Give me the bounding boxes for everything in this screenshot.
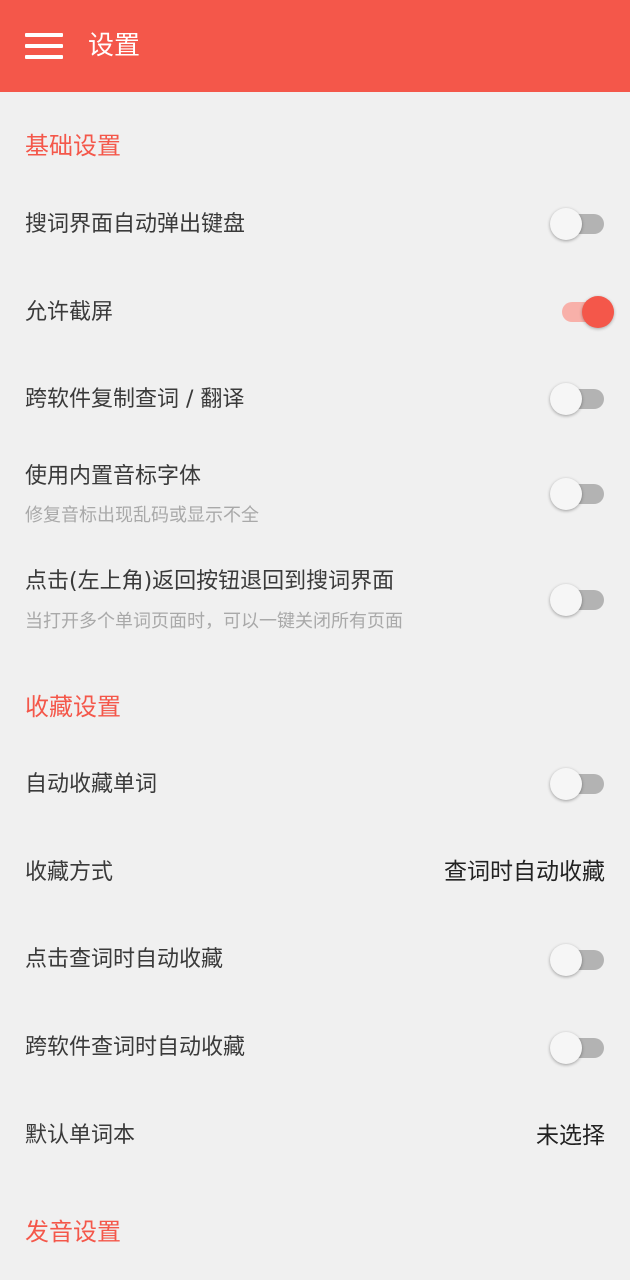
toggle-switch[interactable] (550, 381, 616, 417)
setting-title: 点击查词时自动收藏 (25, 947, 224, 972)
setting-title: 自动收藏单词 (25, 772, 158, 797)
setting-title: 使用内置音标字体 (25, 464, 202, 489)
setting-title: 搜词界面自动弹出键盘 (25, 212, 246, 237)
setting-value: 未选择 (536, 1123, 605, 1149)
toggle-switch[interactable] (550, 582, 616, 618)
setting-subtitle: 当打开多个单词页面时，可以一键关闭所有页面 (25, 611, 403, 632)
setting-value: 查词时自动收藏 (444, 859, 605, 885)
section-header-audio: 发音设置 (25, 1218, 121, 1246)
setting-back-to-search[interactable]: 点击(左上角)返回按钮退回到搜词界面 当打开多个单词页面时，可以一键关闭所有页面 (0, 550, 630, 654)
setting-builtin-phonetic-font[interactable]: 使用内置音标字体 修复音标出现乱码或显示不全 (0, 446, 630, 550)
setting-auto-favorite[interactable]: 自动收藏单词 (0, 742, 630, 830)
setting-favorite-on-cross-app[interactable]: 跨软件查词时自动收藏 (0, 1006, 630, 1094)
setting-favorite-mode[interactable]: 收藏方式 查词时自动收藏 (0, 830, 630, 918)
toggle-switch[interactable] (550, 942, 616, 978)
page-title: 设置 (88, 31, 141, 61)
toggle-switch[interactable] (550, 294, 616, 330)
toggle-switch[interactable] (550, 206, 616, 242)
setting-favorite-on-click-lookup[interactable]: 点击查词时自动收藏 (0, 918, 630, 1006)
setting-title: 跨软件复制查词 / 翻译 (25, 387, 245, 412)
menu-icon[interactable] (25, 33, 63, 59)
setting-default-wordbook[interactable]: 默认单词本 未选择 (0, 1094, 630, 1182)
setting-title: 点击(左上角)返回按钮退回到搜词界面 (25, 569, 395, 594)
toggle-switch[interactable] (550, 1030, 616, 1066)
setting-subtitle: 修复音标出现乱码或显示不全 (25, 505, 259, 526)
setting-title: 默认单词本 (25, 1123, 136, 1148)
setting-cross-app-lookup[interactable]: 跨软件复制查词 / 翻译 (0, 358, 630, 446)
section-header-favorites: 收藏设置 (25, 693, 121, 721)
setting-title: 收藏方式 (25, 860, 114, 885)
setting-title: 允许截屏 (25, 300, 114, 325)
setting-auto-keyboard[interactable]: 搜词界面自动弹出键盘 (0, 182, 630, 270)
app-bar: 设置 (0, 0, 630, 92)
toggle-switch[interactable] (550, 476, 616, 512)
setting-title: 跨软件查词时自动收藏 (25, 1035, 246, 1060)
setting-allow-screenshot[interactable]: 允许截屏 (0, 270, 630, 358)
toggle-switch[interactable] (550, 766, 616, 802)
section-header-basic: 基础设置 (25, 132, 121, 160)
